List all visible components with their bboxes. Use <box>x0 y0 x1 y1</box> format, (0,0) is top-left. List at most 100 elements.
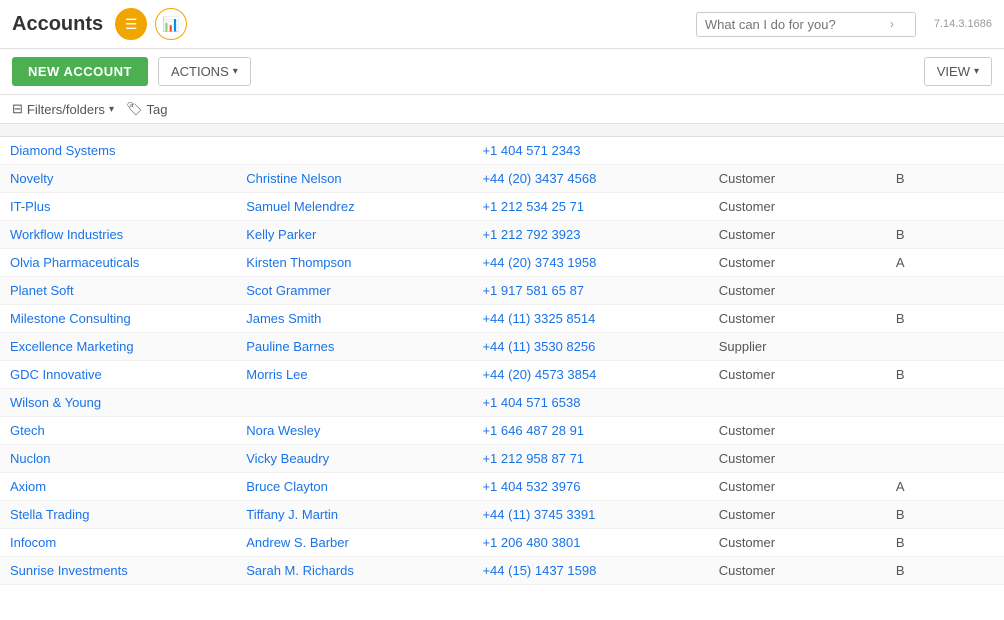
cell-rating <box>886 389 1004 417</box>
page-title: Accounts <box>12 13 103 36</box>
cell-type: Customer <box>709 165 886 193</box>
cell-account[interactable]: Gtech <box>0 417 236 445</box>
cell-contact[interactable]: Morris Lee <box>236 361 472 389</box>
cell-type: Customer <box>709 305 886 333</box>
cell-contact[interactable]: Scot Grammer <box>236 277 472 305</box>
cell-phone: +1 404 571 2343 <box>472 137 708 165</box>
chart-view-button[interactable]: 📊 <box>155 8 187 40</box>
table-row: Sunrise InvestmentsSarah M. Richards+44 … <box>0 557 1004 585</box>
cell-account[interactable]: Nuclon <box>0 445 236 473</box>
cell-rating: B <box>886 165 1004 193</box>
cell-rating: A <box>886 249 1004 277</box>
cell-phone: +44 (20) 3437 4568 <box>472 165 708 193</box>
cell-contact[interactable]: Sarah M. Richards <box>236 557 472 585</box>
view-button[interactable]: VIEW ▾ <box>924 57 992 86</box>
cell-rating <box>886 137 1004 165</box>
cell-account[interactable]: GDC Innovative <box>0 361 236 389</box>
cell-account[interactable]: Novelty <box>0 165 236 193</box>
cell-rating: B <box>886 221 1004 249</box>
table-row: Excellence MarketingPauline Barnes+44 (1… <box>0 333 1004 361</box>
cell-contact[interactable]: Kirsten Thompson <box>236 249 472 277</box>
cell-contact <box>236 137 472 165</box>
search-input[interactable] <box>705 17 890 32</box>
cell-phone: +44 (11) 3325 8514 <box>472 305 708 333</box>
cell-rating: B <box>886 501 1004 529</box>
cell-account[interactable]: Excellence Marketing <box>0 333 236 361</box>
cell-contact <box>236 389 472 417</box>
version-label: 7.14.3.1686 <box>934 18 992 30</box>
cell-account[interactable]: Olvia Pharmaceuticals <box>0 249 236 277</box>
cell-account[interactable]: IT-Plus <box>0 193 236 221</box>
accounts-table: Diamond Systems +1 404 571 2343 NoveltyChr… <box>0 124 1004 585</box>
col-header-phone <box>472 124 708 137</box>
cell-type: Customer <box>709 249 886 277</box>
cell-contact[interactable]: Nora Wesley <box>236 417 472 445</box>
cell-rating: A <box>886 473 1004 501</box>
new-account-button[interactable]: NEW ACCOUNT <box>12 57 148 86</box>
cell-contact[interactable]: Kelly Parker <box>236 221 472 249</box>
cell-phone: +44 (11) 3530 8256 <box>472 333 708 361</box>
cell-account[interactable]: Planet Soft <box>0 277 236 305</box>
cell-contact[interactable]: Christine Nelson <box>236 165 472 193</box>
table-row: Milestone ConsultingJames Smith+44 (11) … <box>0 305 1004 333</box>
cell-account[interactable]: Sunrise Investments <box>0 557 236 585</box>
cell-rating: B <box>886 361 1004 389</box>
cell-account[interactable]: Milestone Consulting <box>0 305 236 333</box>
cell-account[interactable]: Infocom <box>0 529 236 557</box>
cell-account[interactable]: Diamond Systems <box>0 137 236 165</box>
tag-button[interactable]: 🏷 Tag <box>126 101 167 117</box>
list-icon: ☰ <box>125 16 138 33</box>
search-arrow-icon: › <box>890 17 894 31</box>
cell-type: Customer <box>709 529 886 557</box>
cell-contact[interactable]: Pauline Barnes <box>236 333 472 361</box>
table-row: InfocomAndrew S. Barber+1 206 480 3801Cu… <box>0 529 1004 557</box>
chart-icon: 📊 <box>162 16 179 33</box>
col-header-account <box>0 124 236 137</box>
view-label: VIEW <box>937 64 970 79</box>
cell-rating: B <box>886 529 1004 557</box>
cell-phone: +1 212 792 3923 <box>472 221 708 249</box>
cell-contact[interactable]: James Smith <box>236 305 472 333</box>
cell-rating <box>886 193 1004 221</box>
cell-phone: +44 (20) 3743 1958 <box>472 249 708 277</box>
col-header-type <box>709 124 886 137</box>
cell-type: Customer <box>709 221 886 249</box>
filters-label: Filters/folders <box>27 102 105 117</box>
cell-type: Customer <box>709 417 886 445</box>
actions-caret-icon: ▾ <box>233 66 238 77</box>
cell-contact[interactable]: Tiffany J. Martin <box>236 501 472 529</box>
cell-contact[interactable]: Vicky Beaudry <box>236 445 472 473</box>
table-row: Planet SoftScot Grammer+1 917 581 65 87C… <box>0 277 1004 305</box>
cell-type: Customer <box>709 473 886 501</box>
view-caret-icon: ▾ <box>974 66 979 77</box>
cell-type: Customer <box>709 193 886 221</box>
list-view-button[interactable]: ☰ <box>115 8 147 40</box>
filters-folders-button[interactable]: ⊟ Filters/folders ▾ <box>12 101 114 117</box>
cell-contact[interactable]: Samuel Melendrez <box>236 193 472 221</box>
table-container: Diamond Systems +1 404 571 2343 NoveltyChr… <box>0 124 1004 612</box>
cell-account[interactable]: Stella Trading <box>0 501 236 529</box>
filters-bar: ⊟ Filters/folders ▾ 🏷 Tag <box>0 95 1004 124</box>
col-header-contact <box>236 124 472 137</box>
table-row: NuclonVicky Beaudry+1 212 958 87 71Custo… <box>0 445 1004 473</box>
table-row: Stella TradingTiffany J. Martin+44 (11) … <box>0 501 1004 529</box>
cell-account[interactable]: Workflow Industries <box>0 221 236 249</box>
cell-account[interactable]: Wilson & Young <box>0 389 236 417</box>
cell-phone: +1 212 534 25 71 <box>472 193 708 221</box>
cell-rating <box>886 417 1004 445</box>
search-box[interactable]: › <box>696 12 916 37</box>
cell-account[interactable]: Axiom <box>0 473 236 501</box>
cell-rating <box>886 445 1004 473</box>
cell-phone: +1 404 532 3976 <box>472 473 708 501</box>
cell-type <box>709 389 886 417</box>
table-row: Workflow IndustriesKelly Parker+1 212 79… <box>0 221 1004 249</box>
cell-phone: +1 206 480 3801 <box>472 529 708 557</box>
cell-rating: B <box>886 557 1004 585</box>
cell-type: Customer <box>709 361 886 389</box>
cell-type: Supplier <box>709 333 886 361</box>
cell-type: Customer <box>709 277 886 305</box>
header: Accounts ☰ 📊 › 7.14.3.1686 <box>0 0 1004 49</box>
cell-contact[interactable]: Andrew S. Barber <box>236 529 472 557</box>
actions-button[interactable]: ACTIONS ▾ <box>158 57 251 86</box>
cell-contact[interactable]: Bruce Clayton <box>236 473 472 501</box>
